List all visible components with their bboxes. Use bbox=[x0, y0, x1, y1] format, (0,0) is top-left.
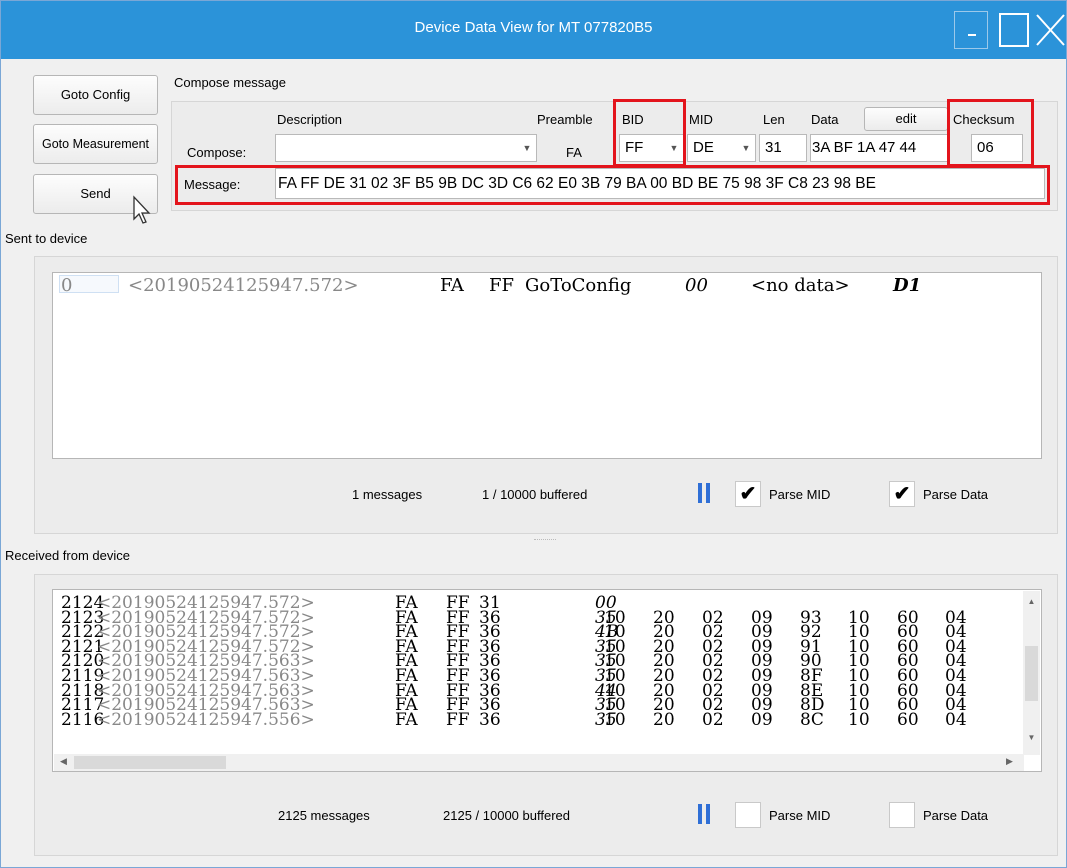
vertical-scroll-thumb[interactable] bbox=[1025, 646, 1038, 701]
scroll-up-icon[interactable]: ▲ bbox=[1023, 597, 1040, 606]
window-title: Device Data View for MT 077820B5 bbox=[414, 19, 653, 36]
scroll-down-icon[interactable]: ▼ bbox=[1023, 733, 1040, 742]
sent-parse-mid-checkbox[interactable]: ✔ bbox=[735, 481, 761, 507]
chevron-down-icon: ▼ bbox=[741, 143, 751, 153]
close-icon bbox=[1036, 14, 1065, 46]
row-data-byte: 20 bbox=[653, 709, 675, 730]
received-section-label: Received from device bbox=[5, 548, 130, 563]
row-timestamp: <20190524125947.556> bbox=[97, 709, 315, 730]
preamble-header: Preamble bbox=[537, 112, 593, 127]
received-message-count: 2125 messages bbox=[278, 808, 370, 823]
row-preamble: FA bbox=[440, 275, 464, 296]
device-data-view-window: Device Data View for MT 077820B5 Goto Co… bbox=[0, 0, 1067, 868]
compose-row-label: Compose: bbox=[187, 145, 247, 160]
sent-parse-mid-label: Parse MID bbox=[769, 487, 831, 502]
mid-combo[interactable]: DE ▼ bbox=[687, 134, 756, 162]
row-checksum: D1 bbox=[893, 275, 922, 296]
len-field[interactable]: 31 bbox=[759, 134, 807, 162]
sent-pause-button[interactable] bbox=[698, 483, 712, 503]
mid-header: MID bbox=[689, 112, 713, 127]
description-header: Description bbox=[277, 112, 343, 127]
row-data-byte: 10 bbox=[848, 709, 870, 730]
received-pause-button[interactable] bbox=[698, 804, 712, 824]
row-data-byte: 04 bbox=[945, 709, 967, 730]
horizontal-scroll-thumb[interactable] bbox=[74, 756, 226, 769]
row-timestamp: <20190524125947.572> bbox=[128, 275, 359, 296]
sent-section-label: Sent to device bbox=[5, 231, 88, 246]
message-highlight-box bbox=[175, 165, 1050, 205]
received-vertical-scrollbar[interactable]: ▲ ▼ bbox=[1023, 591, 1040, 755]
row-data-byte: 60 bbox=[897, 709, 919, 730]
minimize-button[interactable] bbox=[954, 11, 988, 49]
chevron-down-icon: ▼ bbox=[522, 143, 532, 153]
compose-group-label: Compose message bbox=[174, 75, 286, 90]
sent-parse-data-label: Parse Data bbox=[923, 487, 989, 502]
sent-message-list[interactable]: 0 <20190524125947.572> FA FF GoToConfig … bbox=[52, 272, 1042, 459]
row-data-byte: 10 bbox=[604, 709, 626, 730]
received-parse-data-checkbox[interactable] bbox=[889, 802, 915, 828]
row-index: 0 bbox=[61, 275, 73, 296]
data-header: Data bbox=[811, 112, 839, 127]
row-bid: FF bbox=[446, 709, 470, 730]
sent-message-count: 1 messages bbox=[352, 487, 423, 502]
row-len: 00 bbox=[685, 275, 708, 296]
mouse-cursor-icon bbox=[133, 195, 151, 224]
row-data-byte: 09 bbox=[751, 709, 773, 730]
goto-config-button[interactable]: Goto Config bbox=[33, 75, 158, 115]
received-parse-mid-label: Parse MID bbox=[769, 808, 831, 823]
mid-value: DE bbox=[693, 139, 714, 156]
data-field[interactable]: 3A BF 1A 47 44 bbox=[810, 134, 948, 162]
row-mid: 36 bbox=[479, 709, 501, 730]
maximize-button[interactable] bbox=[999, 13, 1029, 47]
len-header: Len bbox=[763, 112, 785, 127]
received-horizontal-scrollbar[interactable]: ◀ ▶ bbox=[54, 754, 1024, 771]
bid-highlight-box bbox=[613, 99, 686, 167]
sent-parse-data-checkbox[interactable]: ✔ bbox=[889, 481, 915, 507]
received-parse-data-label: Parse Data bbox=[923, 808, 989, 823]
received-parse-mid-checkbox[interactable] bbox=[735, 802, 761, 828]
received-buffered-count: 2125 / 10000 buffered bbox=[443, 808, 570, 823]
edit-data-button[interactable]: edit bbox=[864, 107, 948, 131]
title-bar[interactable]: Device Data View for MT 077820B5 bbox=[1, 1, 1066, 59]
scroll-left-icon[interactable]: ◀ bbox=[60, 756, 67, 767]
close-button[interactable] bbox=[1033, 11, 1066, 49]
sent-buffered-count: 1 / 10000 buffered bbox=[482, 487, 588, 502]
scroll-right-icon[interactable]: ▶ bbox=[1006, 756, 1013, 767]
description-combo[interactable]: ▼ bbox=[275, 134, 537, 162]
row-data-byte: 8C bbox=[800, 709, 824, 730]
row-preamble: FA bbox=[395, 709, 418, 730]
preamble-value: FA bbox=[566, 145, 582, 160]
row-data-byte: 02 bbox=[702, 709, 724, 730]
goto-measurement-button[interactable]: Goto Measurement bbox=[33, 124, 158, 164]
row-data: <no data> bbox=[751, 275, 850, 296]
received-message-list[interactable]: 2124 <20190524125947.572> FA FF 31 00 2123 <201… bbox=[52, 589, 1042, 772]
splitter-handle[interactable] bbox=[534, 539, 556, 542]
row-bid: FF bbox=[489, 275, 514, 296]
checksum-highlight-box bbox=[947, 99, 1034, 167]
minimize-icon bbox=[968, 34, 976, 36]
row-mid: GoToConfig bbox=[525, 275, 632, 296]
